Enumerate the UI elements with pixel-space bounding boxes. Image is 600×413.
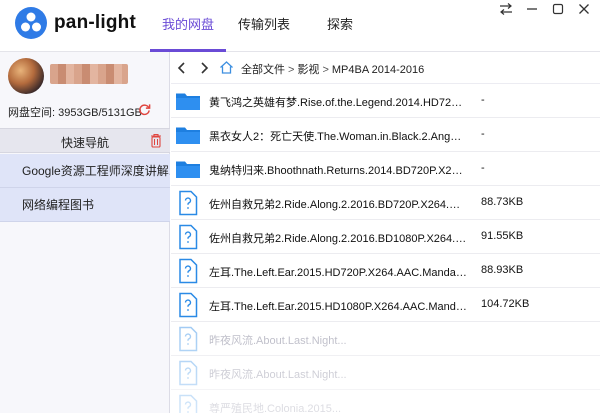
file-row[interactable]: 左耳.The.Left.Ear.2015.HD720P.X264.AAC.Man… <box>171 254 600 288</box>
breadcrumb-separator: > <box>322 64 329 76</box>
avatar[interactable] <box>8 58 44 94</box>
file-size: - <box>481 128 485 140</box>
storage-quota: 网盘空间: 3953GB/5131GB <box>8 107 142 119</box>
maximize-icon[interactable] <box>550 2 566 16</box>
file-name: 昨夜风流.About.Last.Night... <box>209 369 347 381</box>
file-name: 左耳.The.Left.Ear.2015.HD720P.X264.AAC.Man… <box>209 267 467 279</box>
file-row-folder[interactable]: 黑衣女人2：死亡天使.The.Woman.in.Black.2.Angel.of… <box>171 118 600 152</box>
swap-icon[interactable] <box>498 2 514 16</box>
file-size: 104.72KB <box>481 298 530 310</box>
file-name: 左耳.The.Left.Ear.2015.HD1080P.X264.AAC.Ma… <box>209 301 467 313</box>
file-name: 昨夜风流.About.Last.Night... <box>209 335 347 347</box>
trash-icon[interactable] <box>150 133 162 148</box>
unknown-file-icon <box>179 258 198 284</box>
breadcrumb-item-current[interactable]: MP4BA 2014-2016 <box>332 64 424 76</box>
file-row-folder[interactable]: 鬼纳特归来.Bhoothnath.Returns.2014.BD720P.X26… <box>171 152 600 186</box>
window-controls <box>498 2 592 16</box>
unknown-file-icon <box>179 224 198 250</box>
file-size: 88.73KB <box>481 196 524 208</box>
unknown-file-icon <box>179 292 198 318</box>
path-bar: 全部文件 > 影视 > MP4BA 2014-2016 <box>171 52 600 84</box>
file-browser: 全部文件 > 影视 > MP4BA 2014-2016 黄飞鸿之英雄有梦.Rise.of… <box>171 52 600 413</box>
unknown-file-icon <box>179 326 198 352</box>
breadcrumb: 全部文件 > 影视 > MP4BA 2014-2016 <box>241 61 424 77</box>
unknown-file-icon <box>179 360 198 386</box>
file-size: 91.55KB <box>481 230 524 242</box>
file-name: 黄飞鸿之英雄有梦.Rise.of.the.Legend.2014.HD720P.… <box>209 97 467 109</box>
file-row-folder[interactable]: 黄飞鸿之英雄有梦.Rise.of.the.Legend.2014.HD720P.… <box>171 84 600 118</box>
back-icon[interactable] <box>175 61 189 75</box>
sidebar-item-google-engineer[interactable]: Google资源工程师深度讲解... <box>0 154 170 188</box>
file-row[interactable]: 昨夜风流.About.Last.Night... <box>171 322 600 356</box>
folder-icon <box>176 127 200 144</box>
sidebar-item-network-programming[interactable]: 网络编程图书 <box>0 188 170 222</box>
minimize-icon[interactable] <box>524 2 540 16</box>
file-name: 尊严殖民地.Colonia.2015... <box>209 403 342 413</box>
file-name: 佐州自救兄弟2.Ride.Along.2.2016.BD720P.X264.AA… <box>209 199 467 211</box>
unknown-file-icon <box>179 394 198 413</box>
breadcrumb-item[interactable]: 全部文件 <box>241 64 285 76</box>
forward-icon[interactable] <box>197 61 211 75</box>
file-name: 佐州自救兄弟2.Ride.Along.2.2016.BD1080P.X264.A… <box>209 233 467 245</box>
file-row[interactable]: 佐州自救兄弟2.Ride.Along.2.2016.BD1080P.X264.A… <box>171 220 600 254</box>
file-row[interactable]: 昨夜风流.About.Last.Night... <box>171 356 600 390</box>
quick-nav-header: 快速导航 <box>0 128 170 153</box>
file-row[interactable]: 尊严殖民地.Colonia.2015... <box>171 390 600 413</box>
folder-icon <box>176 161 200 178</box>
app-name: pan-light <box>54 12 137 33</box>
home-icon[interactable] <box>219 60 234 75</box>
file-row[interactable]: 佐州自救兄弟2.Ride.Along.2.2016.BD720P.X264.AA… <box>171 186 600 220</box>
file-size: - <box>481 94 485 106</box>
title-bar: pan-light 我的网盘 传输列表 探索 <box>0 0 600 52</box>
file-size: 88.93KB <box>481 264 524 276</box>
folder-icon <box>176 93 200 110</box>
file-size: - <box>481 162 485 174</box>
quick-nav-label: 快速导航 <box>60 136 109 150</box>
close-icon[interactable] <box>576 2 592 16</box>
unknown-file-icon <box>179 190 198 216</box>
tab-explore[interactable]: 探索 <box>302 0 378 52</box>
tab-my-drive[interactable]: 我的网盘 <box>150 0 226 52</box>
breadcrumb-item[interactable]: 影视 <box>297 64 319 76</box>
file-name: 鬼纳特归来.Bhoothnath.Returns.2014.BD720P.X26… <box>209 165 467 177</box>
file-row[interactable]: 左耳.The.Left.Ear.2015.HD1080P.X264.AAC.Ma… <box>171 288 600 322</box>
tab-transfer-list[interactable]: 传输列表 <box>226 0 302 52</box>
sidebar: 网盘空间: 3953GB/5131GB 快速导航 Google资源工程师深度讲解… <box>0 52 170 413</box>
refresh-icon[interactable] <box>138 103 151 116</box>
file-name: 黑衣女人2：死亡天使.The.Woman.in.Black.2.Angel.of… <box>209 131 467 143</box>
breadcrumb-separator: > <box>288 64 295 76</box>
app-logo-icon <box>15 7 47 39</box>
main-tabs: 我的网盘 传输列表 探索 <box>150 0 378 52</box>
username-blurred <box>50 64 128 84</box>
